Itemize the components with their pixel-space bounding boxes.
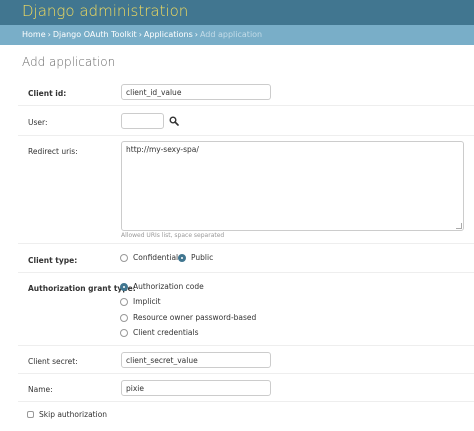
- client-secret-input[interactable]: [121, 352, 271, 368]
- client-secret-row: Client secret:: [18, 346, 474, 374]
- grant-type-option-implicit[interactable]: Implicit: [120, 297, 161, 306]
- radio-label: Authorization code: [133, 282, 204, 291]
- skip-authorization-checkbox[interactable]: [27, 411, 34, 418]
- skip-authorization-option[interactable]: Skip authorization: [27, 410, 107, 419]
- radio-label: Resource owner password-based: [133, 313, 257, 322]
- skip-authorization-label: Skip authorization: [39, 410, 108, 419]
- client-type-option-confidential[interactable]: Confidential: [120, 253, 178, 262]
- redirect-uris-help: Allowed URIs list, space separated: [121, 232, 225, 239]
- radio-client-credentials[interactable]: [120, 328, 128, 337]
- site-title[interactable]: Django administration: [22, 2, 188, 20]
- redirect-uris-label: Redirect uris:: [28, 147, 78, 156]
- client-type-label: Client type:: [28, 256, 78, 265]
- radio-confidential[interactable]: [120, 253, 128, 262]
- radio-implicit[interactable]: [120, 297, 128, 306]
- breadcrumb-model-link[interactable]: Applications: [144, 30, 193, 39]
- breadcrumb: Home › Django OAuth Toolkit › Applications › A…: [0, 25, 474, 45]
- radio-label: Client credentials: [133, 328, 199, 337]
- radio-label: Public: [191, 253, 214, 262]
- client-type-option-public[interactable]: Public: [178, 253, 213, 262]
- breadcrumb-home-link[interactable]: Home: [22, 30, 46, 39]
- grant-type-option-authorization-code[interactable]: Authorization code: [120, 282, 204, 291]
- search-icon[interactable]: [169, 116, 179, 126]
- name-input[interactable]: [121, 380, 271, 396]
- client-secret-label: Client secret:: [28, 357, 78, 366]
- client-id-label: Client id:: [28, 89, 67, 98]
- radio-label: Confidential: [133, 253, 179, 262]
- radio-label: Implicit: [133, 297, 161, 306]
- grant-type-row: Authorization grant type: Authorization …: [18, 273, 474, 346]
- page-title: Add application: [22, 55, 116, 69]
- grant-type-option-client-credentials[interactable]: Client credentials: [120, 328, 199, 337]
- breadcrumb-separator: ›: [138, 30, 142, 39]
- user-input[interactable]: [121, 113, 164, 129]
- client-id-row: Client id:: [18, 78, 474, 106]
- name-label: Name:: [28, 385, 53, 394]
- grant-type-option-password[interactable]: Resource owner password-based: [120, 313, 256, 322]
- client-type-row: Client type: Confidential Public: [18, 244, 474, 273]
- user-row: User:: [18, 106, 474, 136]
- breadcrumb-separator: ›: [47, 30, 51, 39]
- breadcrumb-current: Add application: [199, 30, 263, 39]
- redirect-uris-row: Redirect uris: http://my-sexy-spa/ Allow…: [18, 136, 474, 244]
- skip-authorization-row: Skip authorization: [18, 402, 474, 426]
- redirect-uris-value: http://my-sexy-spa/: [126, 145, 199, 154]
- radio-password[interactable]: [120, 313, 128, 322]
- user-label: User:: [28, 118, 48, 127]
- radio-authorization-code[interactable]: [120, 282, 128, 291]
- name-row: Name:: [18, 374, 474, 402]
- radio-public[interactable]: [178, 253, 186, 262]
- site-header: Django administration: [0, 0, 474, 25]
- breadcrumb-app-link[interactable]: Django OAuth Toolkit: [53, 30, 137, 39]
- resize-handle[interactable]: [456, 223, 462, 229]
- redirect-uris-textarea[interactable]: http://my-sexy-spa/: [121, 141, 464, 231]
- client-id-input[interactable]: [121, 84, 271, 100]
- breadcrumb-separator: ›: [194, 30, 198, 39]
